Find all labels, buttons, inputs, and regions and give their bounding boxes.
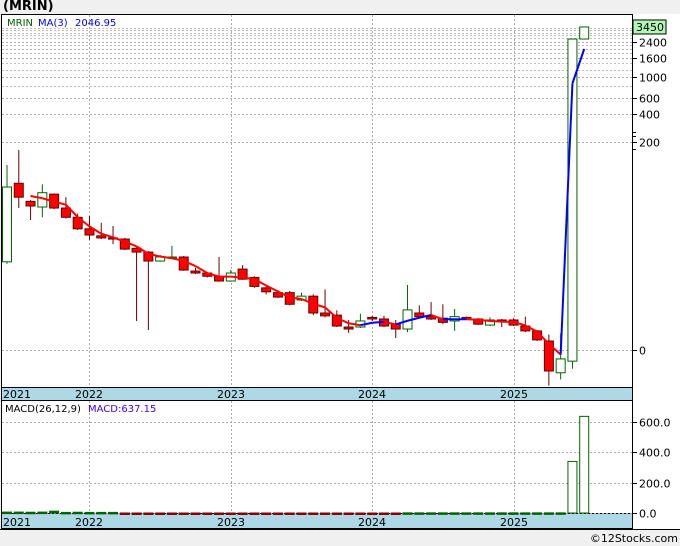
macd-bar [225, 512, 236, 515]
macd-panel [1, 400, 633, 514]
macd-bar [25, 511, 36, 515]
date-label: 2025 [500, 516, 528, 529]
macd-bar [190, 512, 201, 515]
macd-bar [355, 512, 366, 515]
macd-tick-label: 200.0 [639, 478, 671, 491]
macd-legend-label: MACD(26,12,9) [5, 404, 81, 415]
macd-bar [166, 512, 177, 515]
macd-bar [131, 512, 142, 515]
macd-bar [367, 512, 378, 515]
date-label: 2024 [358, 388, 386, 401]
macd-bar [214, 512, 225, 515]
macd-bar [567, 460, 578, 514]
macd-bar [320, 512, 331, 515]
date-label: 2022 [75, 388, 103, 401]
macd-bar [249, 512, 260, 515]
price-tick-label: 0 [639, 345, 646, 358]
macd-bar [532, 512, 543, 515]
legend-symbol: MRIN [7, 18, 33, 29]
macd-bar [402, 512, 413, 515]
macd-bar [84, 511, 95, 515]
macd-legend-value: MACD:637.15 [88, 404, 156, 415]
macd-bar [473, 512, 484, 515]
candle-body [178, 256, 189, 271]
candle-body [555, 358, 566, 374]
candle-body [190, 270, 201, 274]
date-label: 2023 [217, 388, 245, 401]
macd-bar [496, 512, 507, 515]
stock-chart: 2021 2021 2022 2022 2023 2023 2024 2024 2025 2025… [0, 14, 680, 530]
macd-bar [378, 512, 389, 515]
macd-bar [108, 511, 119, 515]
macd-bar [272, 512, 283, 515]
price-tick-label: 400 [639, 109, 660, 122]
macd-bar [49, 510, 60, 514]
price-tick-label: 1000 [639, 72, 667, 85]
legend-ma-value: 2046.95 [75, 18, 116, 29]
date-label: 2025 [500, 388, 528, 401]
macd-bar [2, 511, 12, 515]
macd-bar [343, 512, 354, 515]
macd-bar [155, 512, 166, 515]
last-price-label: 3450 [636, 21, 664, 34]
legend-ma-label: MA(3) [38, 18, 68, 29]
macd-bar [426, 512, 437, 515]
macd-bar [331, 512, 342, 515]
price-tick-label: 1600 [639, 53, 667, 66]
date-label: 2021 [3, 388, 31, 401]
macd-bar [119, 512, 130, 515]
ma-segment [489, 319, 502, 323]
candle-body [579, 26, 590, 40]
macd-bar [37, 511, 48, 515]
date-label: 2023 [217, 516, 245, 529]
macd-bar [178, 512, 189, 515]
ma-segment [372, 320, 385, 324]
candle-body [261, 287, 272, 293]
macd-bar [13, 511, 24, 515]
candle-body [2, 186, 12, 263]
macd-bar [96, 511, 107, 515]
macd-bar [296, 512, 307, 515]
macd-bar [202, 512, 213, 515]
candle-body [13, 182, 24, 198]
macd-bar [261, 512, 272, 515]
ma-segment [466, 318, 479, 321]
ma-segment [478, 318, 491, 322]
macd-bar [72, 511, 83, 515]
macd-bar [520, 512, 531, 515]
price-tick-label: 600 [639, 93, 660, 106]
macd-bar [437, 512, 448, 515]
macd-bar [461, 512, 472, 515]
date-label: 2022 [75, 516, 103, 529]
macd-bar [308, 512, 319, 515]
candle-body [84, 228, 95, 236]
macd-bar [414, 512, 425, 515]
macd-bar [508, 512, 519, 515]
macd-bar [60, 511, 71, 515]
macd-bar [237, 512, 248, 515]
macd-bar [555, 512, 566, 515]
candle-body [390, 323, 401, 330]
candle-body [96, 235, 107, 239]
macd-tick-label: 600.0 [639, 417, 671, 430]
date-label: 2024 [358, 516, 386, 529]
candle-body [320, 312, 331, 317]
candle-body [25, 200, 36, 207]
ma-segment [230, 275, 243, 279]
macd-bar [143, 512, 154, 515]
macd-bar [543, 512, 554, 515]
date-label: 2021 [3, 516, 31, 529]
macd-tick-label: 0.0 [639, 508, 657, 521]
macd-bar [484, 512, 495, 515]
price-tick-label: 2400 [639, 37, 667, 50]
macd-bar [390, 512, 401, 515]
candle-body [367, 316, 378, 320]
macd-tick-label: 400.0 [639, 447, 671, 460]
macd-bar [449, 512, 460, 515]
price-tick-label: 200 [639, 137, 660, 150]
macd-bar [579, 415, 590, 514]
macd-bar [284, 512, 295, 515]
candle-body [343, 326, 354, 330]
